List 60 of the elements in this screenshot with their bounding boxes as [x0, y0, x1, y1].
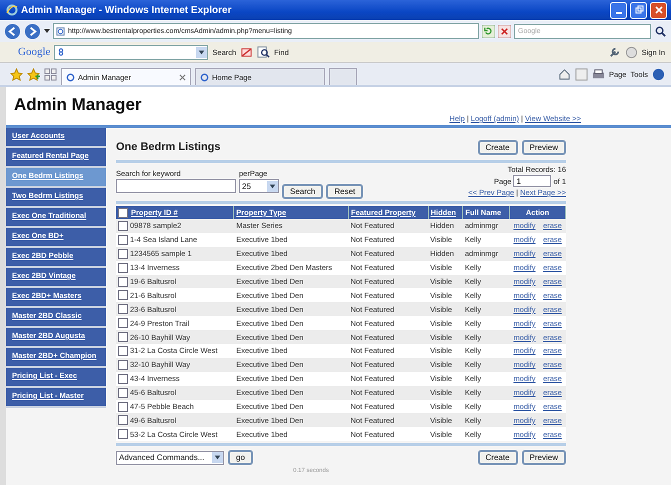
- page-icon: [66, 72, 75, 82]
- minimize-icon: [616, 12, 622, 14]
- row-checkbox[interactable]: [118, 262, 128, 273]
- back-button[interactable]: [4, 22, 21, 40]
- wrench-icon[interactable]: [608, 46, 621, 58]
- create-button[interactable]: Create: [478, 450, 518, 466]
- home-icon[interactable]: [558, 68, 571, 80]
- close-icon: [654, 5, 664, 15]
- dropdown-arrow-icon[interactable]: [44, 29, 50, 33]
- page-icon: [200, 72, 209, 82]
- restore-icon: [634, 5, 644, 15]
- row-checkbox[interactable]: [118, 234, 128, 245]
- row-checkbox[interactable]: [118, 276, 128, 286]
- reset-button[interactable]: Reset: [326, 184, 364, 199]
- row-checkbox[interactable]: [118, 248, 128, 259]
- browser-logo-icon: [6, 4, 18, 16]
- add-favorite-icon[interactable]: [27, 68, 40, 80]
- preview-button[interactable]: Preview: [522, 450, 566, 466]
- toolbar-search-field[interactable]: [54, 44, 208, 60]
- row-checkbox[interactable]: [118, 318, 128, 328]
- quick-tabs-icon[interactable]: [44, 68, 57, 80]
- close-button[interactable]: [650, 2, 667, 18]
- row-checkbox[interactable]: [118, 220, 128, 231]
- google-logo: Google: [18, 46, 50, 58]
- section-heading: One Bedrm Listings: [116, 141, 221, 153]
- row-checkbox[interactable]: [118, 429, 128, 440]
- window-title: Admin Manager - Windows Internet Explorer: [21, 4, 232, 16]
- dropdown-button[interactable]: [196, 46, 208, 58]
- per-page-select[interactable]: 25: [239, 179, 279, 193]
- row-checkbox[interactable]: [118, 388, 128, 398]
- close-tab-icon[interactable]: [179, 74, 186, 80]
- toolbar-menu-icon[interactable]: [57, 47, 66, 57]
- row-checkbox[interactable]: [118, 415, 128, 426]
- row-checkbox[interactable]: [118, 360, 128, 370]
- keyword-field[interactable]: [116, 179, 236, 193]
- row-checkbox[interactable]: [118, 332, 128, 342]
- page-title: Admin Manager: [14, 95, 142, 115]
- search-icon[interactable]: [654, 24, 667, 38]
- preview-button[interactable]: Preview: [522, 140, 566, 154]
- create-button[interactable]: Create: [478, 140, 518, 154]
- row-checkbox[interactable]: [118, 402, 128, 412]
- stop-button[interactable]: [498, 24, 511, 38]
- refresh-button[interactable]: [482, 24, 495, 38]
- row-checkbox[interactable]: [118, 304, 128, 314]
- row-checkbox[interactable]: [118, 290, 128, 300]
- minimize-button[interactable]: [610, 2, 627, 18]
- forward-button[interactable]: [24, 22, 41, 40]
- find-icon[interactable]: [257, 46, 270, 58]
- search-submit-button[interactable]: Search: [282, 184, 324, 199]
- page-icon: [56, 26, 65, 36]
- select-all-checkbox[interactable]: [118, 208, 128, 218]
- row-checkbox[interactable]: [118, 374, 128, 384]
- page-field[interactable]: 1: [513, 175, 552, 187]
- print-icon[interactable]: [592, 68, 605, 80]
- favorites-star-icon[interactable]: [10, 68, 23, 80]
- popup-blocker-icon[interactable]: [240, 46, 254, 58]
- go-button[interactable]: go: [228, 450, 253, 466]
- row-checkbox[interactable]: [118, 346, 128, 356]
- advanced-commands-select[interactable]: Advanced Commands...: [116, 450, 224, 465]
- restore-button[interactable]: [630, 2, 647, 18]
